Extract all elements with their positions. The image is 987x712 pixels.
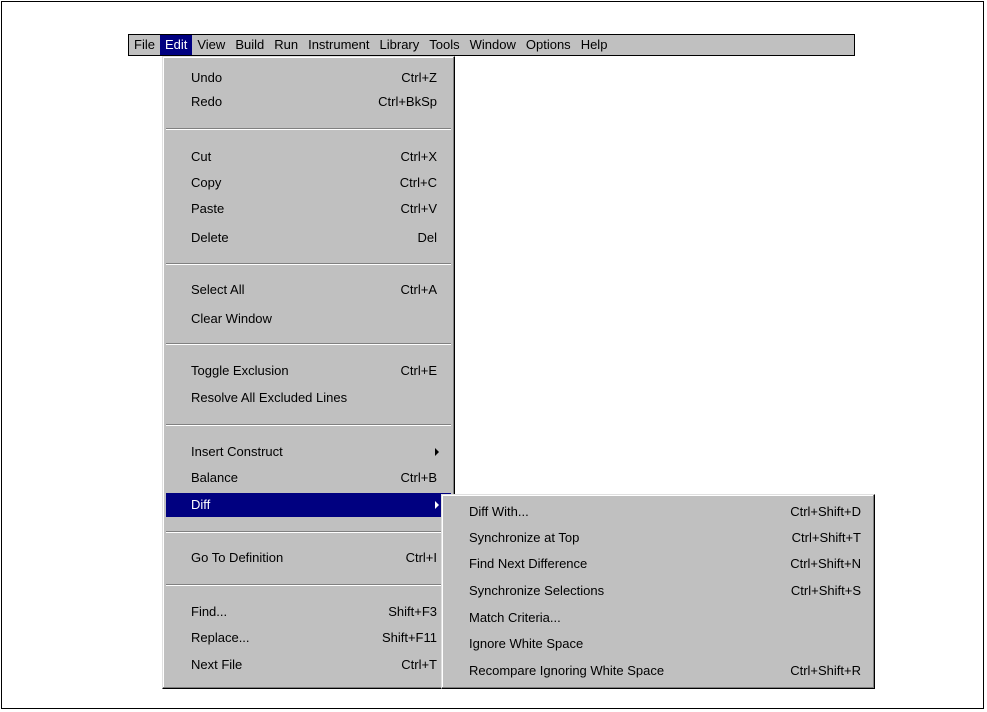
menu-item-shortcut: Ctrl+T [401, 657, 437, 672]
menu-item-select-all[interactable]: Select All Ctrl+A [166, 278, 451, 302]
menu-item-shortcut: Shift+F3 [388, 604, 437, 619]
menu-item-shortcut: Ctrl+A [400, 282, 437, 297]
menu-item-diff[interactable]: Diff [166, 493, 451, 517]
menu-item-next-file[interactable]: Next File Ctrl+T [166, 653, 451, 677]
menu-item-label: Go To Definition [191, 550, 284, 565]
menu-item-delete[interactable]: Delete Del [166, 226, 451, 250]
menu-item-recompare-ignoring-white-space[interactable]: Recompare Ignoring White Space Ctrl+Shif… [445, 659, 871, 683]
menu-run[interactable]: Run [269, 35, 303, 55]
menu-item-shortcut: Ctrl+Shift+D [790, 504, 861, 519]
menu-item-find[interactable]: Find... Shift+F3 [166, 600, 451, 624]
edit-menu: Undo Ctrl+Z Redo Ctrl+BkSp Cut Ctrl+X Co… [162, 56, 455, 689]
menu-item-redo[interactable]: Redo Ctrl+BkSp [166, 90, 451, 114]
menu-item-label: Insert Construct [191, 444, 283, 459]
menu-item-label: Copy [191, 175, 222, 190]
menu-item-shortcut: Ctrl+Shift+R [790, 663, 861, 678]
menu-item-match-criteria[interactable]: Match Criteria... [445, 606, 871, 630]
menu-item-label: Match Criteria... [469, 610, 561, 625]
menu-item-label: Paste [191, 201, 225, 216]
menu-item-paste[interactable]: Paste Ctrl+V [166, 197, 451, 221]
menu-item-shortcut: Ctrl+E [400, 363, 437, 378]
menu-item-label: Undo [191, 70, 223, 85]
menu-item-clear-window[interactable]: Clear Window [166, 307, 451, 331]
menu-item-shortcut: Ctrl+X [400, 149, 437, 164]
menu-separator [166, 128, 451, 130]
menu-item-label: Replace... [191, 630, 250, 645]
menu-separator [166, 263, 451, 265]
menu-item-label: Find Next Difference [469, 556, 588, 571]
menu-item-insert-construct[interactable]: Insert Construct [166, 440, 451, 464]
menu-item-label: Next File [191, 657, 243, 672]
menu-item-label: Delete [191, 230, 229, 245]
menu-window[interactable]: Window [465, 35, 521, 55]
menu-item-label: Toggle Exclusion [191, 363, 289, 378]
menu-item-label: Cut [191, 149, 212, 164]
menu-item-shortcut: Ctrl+B [400, 470, 437, 485]
menu-item-shortcut: Ctrl+V [400, 201, 437, 216]
menu-item-label: Synchronize Selections [469, 583, 605, 598]
menu-help[interactable]: Help [576, 35, 613, 55]
menu-item-shortcut: Del [417, 230, 437, 245]
menu-item-shortcut: Ctrl+Shift+N [790, 556, 861, 571]
menu-item-go-to-definition[interactable]: Go To Definition Ctrl+I [166, 546, 451, 570]
menu-file[interactable]: File [129, 35, 160, 55]
menu-item-undo[interactable]: Undo Ctrl+Z [166, 66, 451, 90]
menu-item-shortcut: Ctrl+BkSp [378, 94, 437, 109]
menu-options[interactable]: Options [521, 35, 576, 55]
menu-item-copy[interactable]: Copy Ctrl+C [166, 171, 451, 195]
menu-instrument[interactable]: Instrument [303, 35, 374, 55]
menu-tools[interactable]: Tools [424, 35, 464, 55]
submenu-arrow-icon [435, 448, 439, 456]
menu-item-ignore-white-space[interactable]: Ignore White Space [445, 632, 871, 656]
app-window: File Edit View Build Run Instrument Libr… [1, 1, 984, 709]
menu-item-shortcut: Shift+F11 [381, 630, 437, 645]
menu-item-label: Redo [191, 94, 223, 109]
menu-item-label: Ignore White Space [469, 636, 584, 651]
menu-item-label: Synchronize at Top [469, 530, 580, 545]
menu-separator [166, 343, 451, 345]
menu-item-cut[interactable]: Cut Ctrl+X [166, 145, 451, 169]
menu-item-find-next-difference[interactable]: Find Next Difference Ctrl+Shift+N [445, 552, 871, 576]
menu-bar: File Edit View Build Run Instrument Libr… [128, 34, 855, 56]
menu-item-diff-with[interactable]: Diff With... Ctrl+Shift+D [445, 500, 871, 524]
menu-edit[interactable]: Edit [159, 35, 193, 55]
menu-item-shortcut: Ctrl+Shift+S [790, 583, 861, 598]
menu-separator [166, 424, 451, 426]
menu-separator [166, 531, 451, 533]
submenu-arrow-icon [435, 501, 439, 509]
menu-build[interactable]: Build [230, 35, 269, 55]
menu-item-shortcut: Ctrl+I [405, 550, 437, 565]
menu-item-synchronize-selections[interactable]: Synchronize Selections Ctrl+Shift+S [445, 579, 871, 603]
menu-item-balance[interactable]: Balance Ctrl+B [166, 466, 451, 490]
menu-item-synchronize-at-top[interactable]: Synchronize at Top Ctrl+Shift+T [445, 526, 871, 550]
menu-item-shortcut: Ctrl+Z [401, 70, 437, 85]
menu-item-label: Select All [191, 282, 245, 297]
menu-separator [166, 584, 451, 586]
menu-item-label: Diff [191, 497, 211, 512]
menu-item-resolve-excluded[interactable]: Resolve All Excluded Lines [166, 386, 451, 410]
menu-item-shortcut: Ctrl+C [399, 175, 437, 190]
menu-item-label: Find... [191, 604, 228, 619]
menu-item-label: Diff With... [469, 504, 529, 519]
menu-item-toggle-exclusion[interactable]: Toggle Exclusion Ctrl+E [166, 359, 451, 383]
menu-item-label: Recompare Ignoring White Space [469, 663, 665, 678]
menu-view[interactable]: View [192, 35, 230, 55]
menu-item-shortcut: Ctrl+Shift+T [791, 530, 861, 545]
menu-item-replace[interactable]: Replace... Shift+F11 [166, 626, 451, 650]
diff-submenu: Diff With... Ctrl+Shift+D Synchronize at… [441, 494, 875, 689]
menu-item-label: Balance [191, 470, 238, 485]
menu-library[interactable]: Library [375, 35, 425, 55]
menu-item-label: Resolve All Excluded Lines [191, 390, 348, 405]
menu-item-label: Clear Window [191, 311, 272, 326]
